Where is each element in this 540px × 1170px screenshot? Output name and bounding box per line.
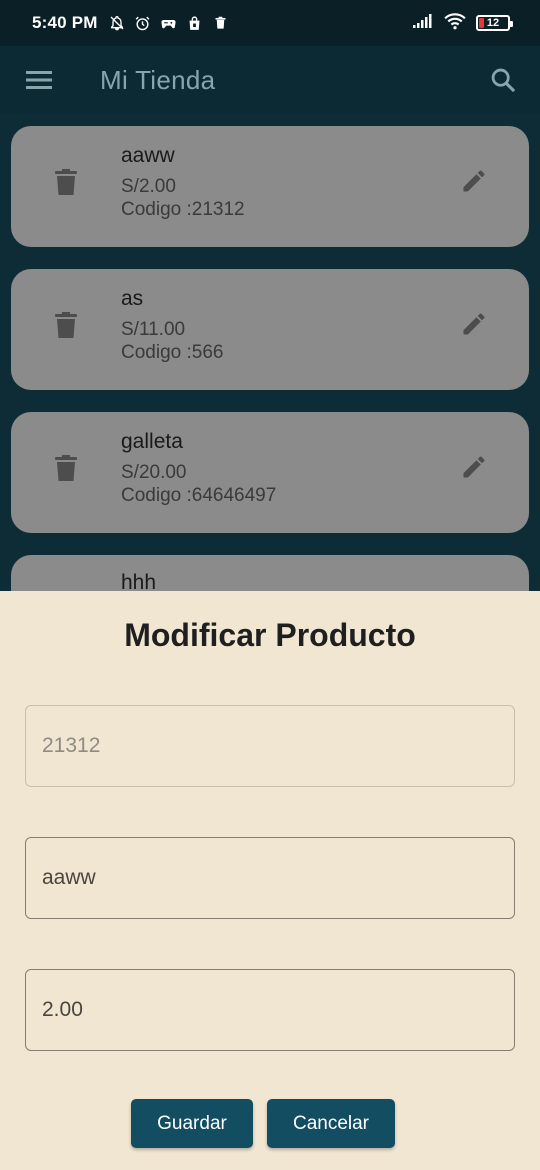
- trash-icon: [55, 312, 77, 338]
- product-price: S/2.00: [121, 176, 176, 197]
- edit-button[interactable]: [459, 452, 489, 482]
- product-list: aaww S/2.00 Codigo :21312 as S/11.00 Cod…: [0, 114, 540, 676]
- code-field: [25, 705, 515, 787]
- product-card[interactable]: as S/11.00 Codigo :566: [11, 269, 529, 390]
- code-input: [42, 734, 514, 758]
- delete-button[interactable]: [54, 454, 78, 482]
- search-icon: [491, 68, 516, 93]
- product-name: aaww: [121, 144, 175, 167]
- app-bar: Mi Tienda: [0, 46, 540, 114]
- product-price: S/20.00: [121, 462, 187, 483]
- search-button[interactable]: [486, 63, 520, 97]
- product-name: as: [121, 287, 144, 310]
- pencil-icon: [463, 456, 485, 478]
- wifi-icon: [444, 12, 466, 35]
- shopping-bag-icon: [186, 14, 204, 32]
- status-bar: 5:40 PM 12: [0, 0, 540, 46]
- trash-icon: [55, 455, 77, 481]
- dialog-title: Modificar Producto: [124, 617, 416, 653]
- menu-button[interactable]: [24, 65, 54, 95]
- name-field[interactable]: [25, 837, 515, 919]
- save-button[interactable]: Guardar: [131, 1099, 253, 1148]
- edit-product-sheet: Modificar Producto Guardar Cancelar: [0, 591, 540, 1170]
- product-code: Codigo :64646497: [121, 485, 277, 506]
- screen: 5:40 PM 12 Mi Tienda aaww S/2.00 Codigo …: [0, 0, 540, 1170]
- app-title: Mi Tienda: [100, 64, 216, 95]
- edit-button[interactable]: [459, 166, 489, 196]
- status-time: 5:40 PM: [32, 13, 98, 32]
- pencil-icon: [463, 313, 485, 335]
- game-controller-icon: [160, 14, 178, 32]
- name-input[interactable]: [42, 866, 514, 890]
- product-card[interactable]: galleta S/20.00 Codigo :64646497: [11, 412, 529, 533]
- edit-button[interactable]: [459, 309, 489, 339]
- signal-icon: [412, 13, 434, 34]
- pencil-icon: [463, 170, 485, 192]
- bell-off-icon: [108, 14, 126, 32]
- battery-icon: 12: [476, 15, 513, 31]
- hamburger-icon: [26, 71, 52, 89]
- product-name: galleta: [121, 430, 183, 453]
- product-code: Codigo :21312: [121, 199, 245, 220]
- product-card[interactable]: aaww S/2.00 Codigo :21312: [11, 126, 529, 247]
- trash-icon: [55, 169, 77, 195]
- product-code: Codigo :566: [121, 342, 224, 363]
- product-price: S/11.00: [121, 319, 186, 340]
- price-input[interactable]: [42, 998, 514, 1022]
- trash-status-icon: [212, 14, 230, 32]
- notification-icons: [108, 14, 230, 32]
- delete-button[interactable]: [54, 311, 78, 339]
- alarm-icon: [134, 14, 152, 32]
- price-field[interactable]: [25, 969, 515, 1051]
- status-right: 12: [412, 12, 513, 35]
- delete-button[interactable]: [54, 168, 78, 196]
- battery-level: [479, 18, 484, 28]
- battery-percent: 12: [486, 17, 500, 29]
- cancel-button[interactable]: Cancelar: [267, 1099, 395, 1148]
